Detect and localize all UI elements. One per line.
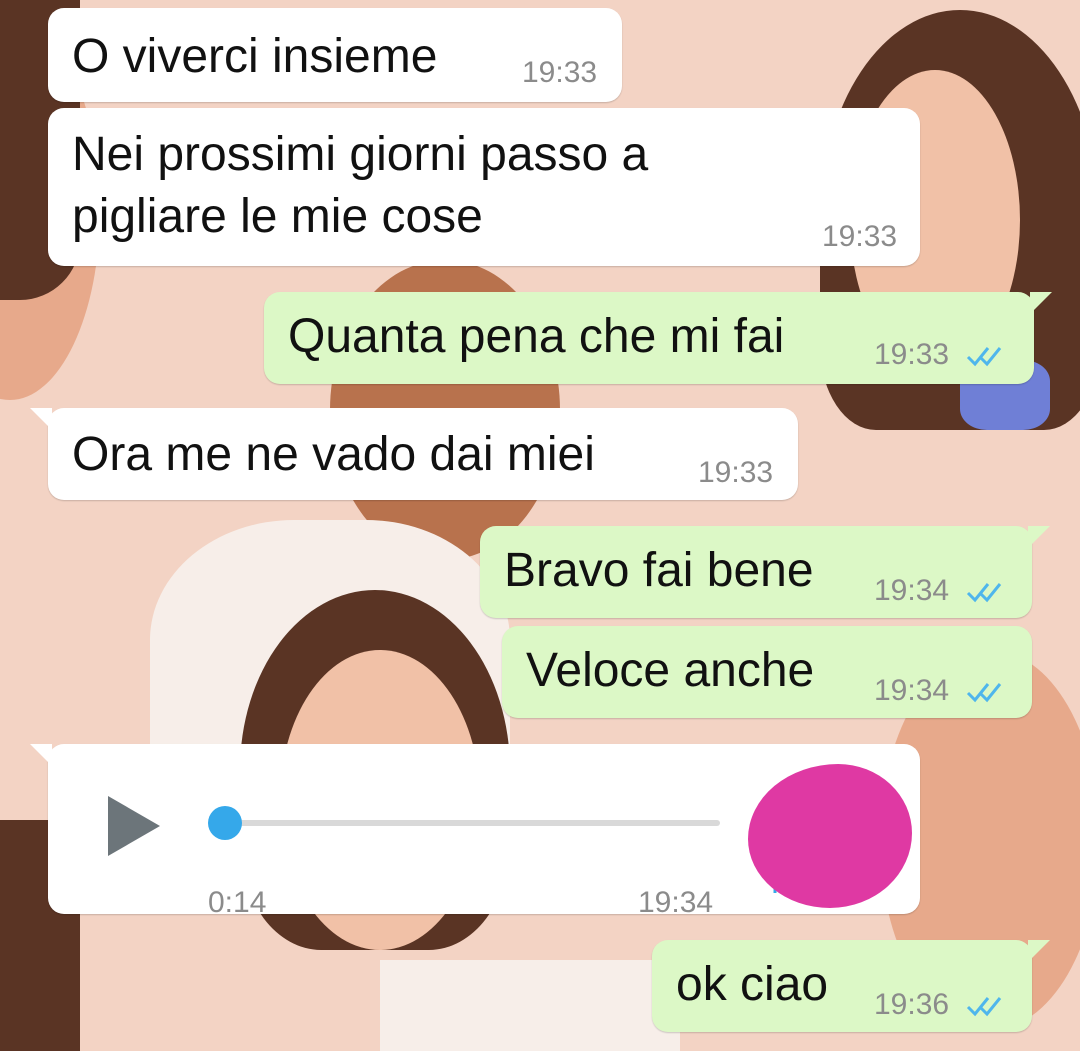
double-check-icon (966, 683, 1002, 703)
message-time: 19:34 (638, 886, 714, 919)
audio-progress-track[interactable] (226, 820, 720, 826)
play-icon[interactable] (108, 796, 160, 856)
double-check-icon (966, 347, 1002, 367)
message-time: 19:33 (698, 456, 774, 489)
message-bubble-outgoing[interactable]: ok ciao 19:36 (652, 940, 1050, 1032)
message-bubble-incoming[interactable]: Ora me ne vado dai miei 19:33 (30, 408, 798, 500)
message-time: 19:36 (874, 988, 950, 1021)
avatar-redaction (748, 764, 912, 908)
message-bubble-incoming[interactable]: Nei prossimi giorni passo a pigliare le … (48, 108, 920, 266)
message-bubble-outgoing[interactable]: Bravo fai bene 19:34 (480, 526, 1050, 618)
voice-note-bubble[interactable]: 0:14 19:34 (30, 744, 920, 919)
message-bubble-outgoing[interactable]: Quanta pena che mi fai 19:33 (264, 292, 1052, 384)
message-time: 19:34 (874, 574, 950, 607)
message-bubble-outgoing[interactable]: Veloce anche 19:34 (502, 626, 1032, 718)
double-check-icon (966, 583, 1002, 603)
message-bubble-incoming[interactable]: O viverci insieme 19:33 (48, 8, 622, 102)
message-time: 19:33 (874, 338, 950, 371)
message-text: Ora me ne vado dai miei (72, 428, 595, 481)
message-time: 19:33 (822, 220, 898, 253)
message-time: 19:34 (874, 674, 950, 707)
message-time: 19:33 (522, 56, 598, 89)
double-check-icon (966, 997, 1002, 1017)
message-text: Nei prossimi giorni passo a pigliare le … (72, 128, 649, 243)
message-text: ok ciao (676, 958, 829, 1011)
audio-progress-handle[interactable] (208, 806, 242, 840)
message-text: Quanta pena che mi fai (288, 310, 785, 363)
message-text: O viverci insieme (72, 30, 438, 83)
message-text: Bravo fai bene (504, 544, 814, 597)
voice-note-duration: 0:14 (208, 886, 267, 919)
message-text: Veloce anche (526, 644, 815, 697)
